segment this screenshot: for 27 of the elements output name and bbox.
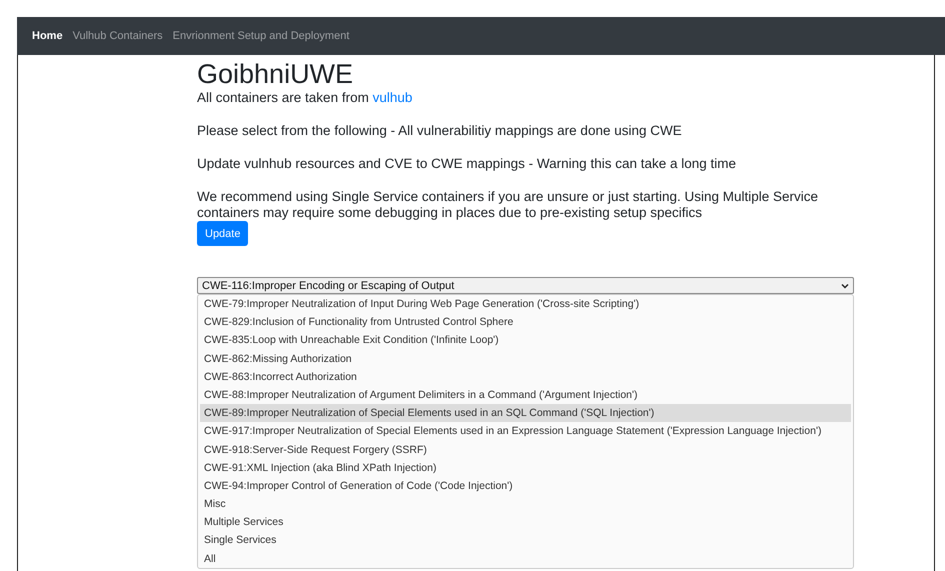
dropdown-option[interactable]: CWE-94:Improper Control of Generation of Code ('Code Injection') [200, 476, 851, 496]
dropdown-option[interactable]: All [200, 550, 851, 568]
cwe-select[interactable]: CWE-116:Improper Encoding or Escaping of Output [197, 277, 854, 294]
dropdown-option[interactable]: Single Services [200, 531, 851, 550]
paragraph: We recommend using Single Service containers if you are unsure or just starting. Using Multiple Service containers may require some debugging in places due to pre-existing setup specifics [197, 189, 820, 221]
dropdown-option[interactable]: CWE-91:XML Injection (aka Blind XPath Injection) [200, 458, 851, 477]
dropdown-option[interactable]: CWE-917:Improper Neutralization of Special Elements used in an Expression Language Statement ('Expression Language Injection') [200, 422, 851, 440]
dropdown-option[interactable]: Misc [200, 495, 851, 514]
page-title: GoibhniUWE [197, 58, 354, 90]
dropdown-option[interactable]: CWE-88:Improper Neutralization of Argument Delimiters in a Command ('Argument Injection') [200, 386, 851, 404]
update-button[interactable]: Update [197, 221, 248, 246]
nav-link[interactable]: Envrionment Setup and Deployment [172, 30, 350, 42]
dropdown-option[interactable]: Multiple Services [200, 513, 851, 532]
paragraph: Please select from the following - All vulnerabilitiy mappings are done using CWE [197, 123, 683, 139]
dropdown-option[interactable]: CWE-863:Incorrect Authorization [200, 368, 851, 386]
nav-link[interactable]: Home [32, 30, 63, 42]
dropdown-option[interactable]: CWE-862:Missing Authorization [200, 350, 851, 368]
dropdown-option[interactable]: CWE-829:Inclusion of Functionality from Untrusted Control Sphere [200, 313, 851, 332]
dropdown-option[interactable]: CWE-89:Improper Neutralization of Special Elements used in an SQL Command ('SQL Injection') [200, 404, 851, 422]
nav-link[interactable]: Vulhub Containers [72, 30, 163, 42]
dropdown-option[interactable]: CWE-835:Loop with Unreachable Exit Condition ('Infinite Loop') [200, 331, 851, 350]
paragraph: Update vulnhub resources and CVE to CWE mappings - Warning this can take a long time [197, 156, 738, 172]
chevron-icon [841, 282, 849, 288]
source-text: All containers are taken from vulhub [197, 90, 414, 106]
vulhub-link[interactable]: vulhub [372, 90, 412, 105]
dropdown-option[interactable]: CWE-918:Server-Side Request Forgery (SSRF) [200, 440, 851, 459]
dropdown-option[interactable]: CWE-79:Improper Neutralization of Input During Web Page Generation ('Cross-site Scripting') [200, 295, 851, 314]
